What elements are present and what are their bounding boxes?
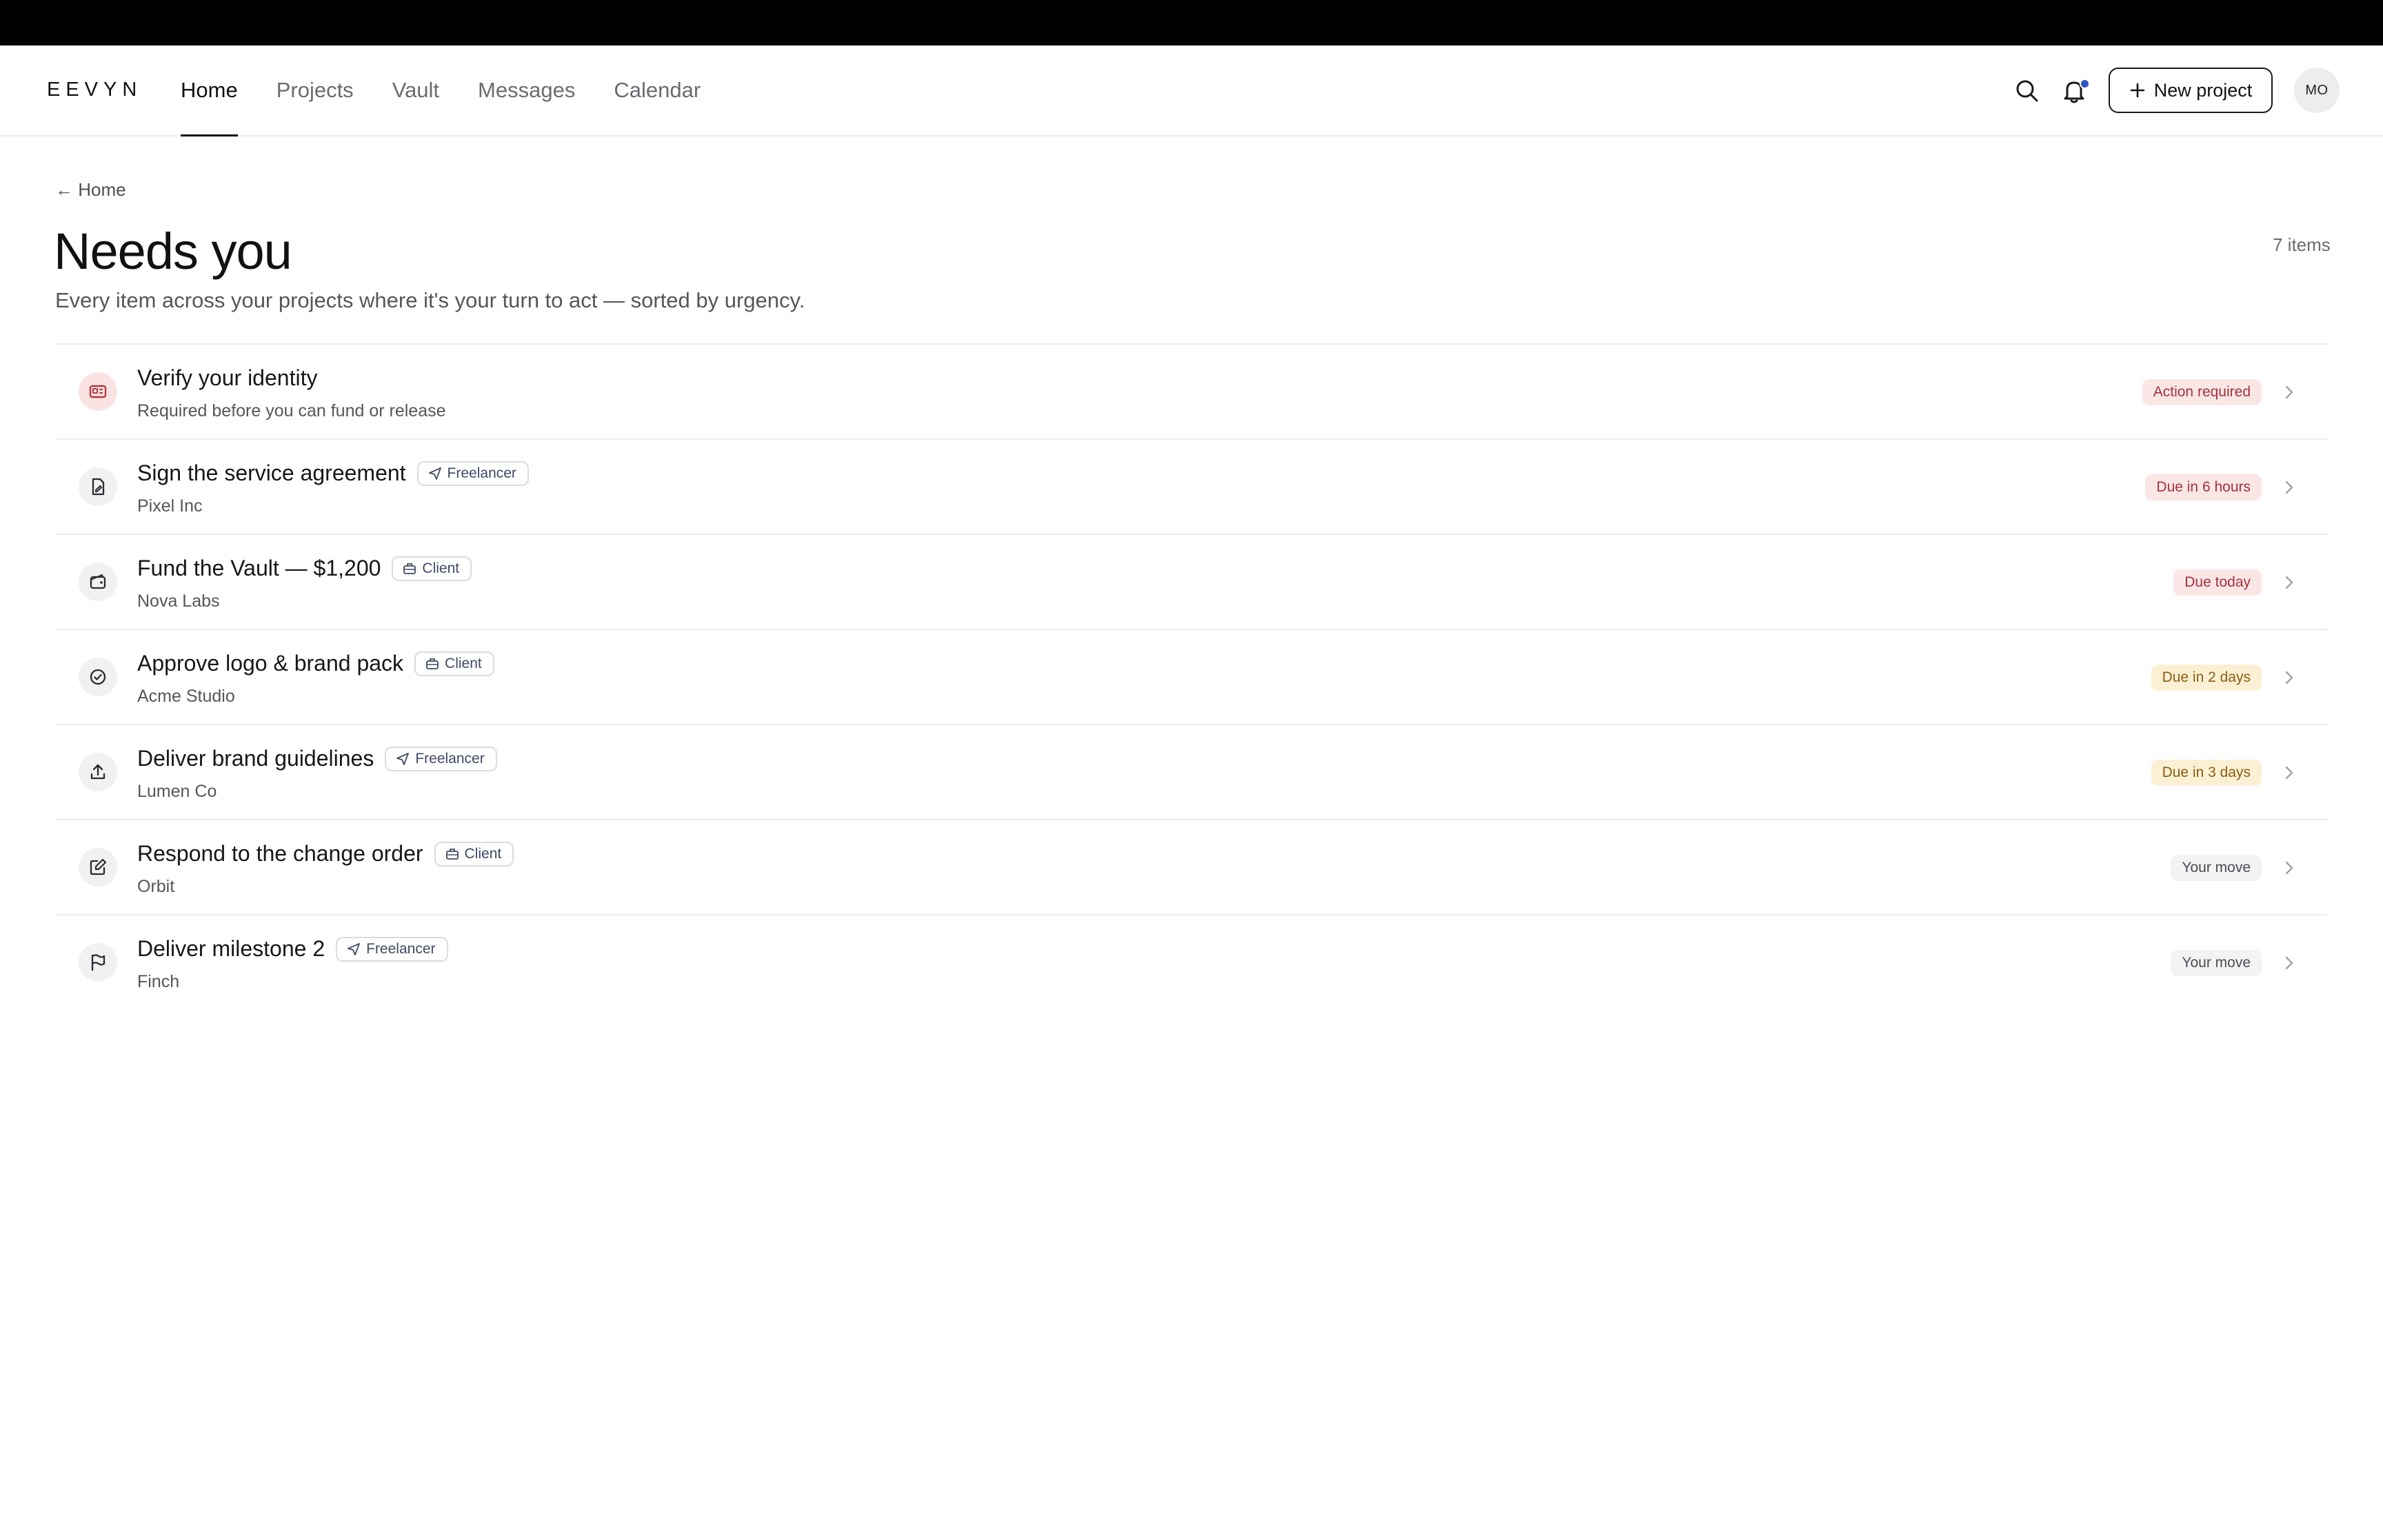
item-title: Verify your identity xyxy=(137,365,318,390)
list-item[interactable]: Respond to the change order Client Orbit… xyxy=(55,819,2328,914)
list-item[interactable]: Approve logo & brand pack Client Acme St… xyxy=(55,629,2328,724)
back-link[interactable]: ← Home xyxy=(55,179,126,201)
briefcase-icon xyxy=(403,563,416,574)
role-chip: Freelancer xyxy=(385,746,497,771)
item-subtitle: Acme Studio xyxy=(137,687,235,706)
item-title: Sign the service agreement xyxy=(137,460,406,485)
new-project-button[interactable]: New project xyxy=(2109,68,2273,113)
window-top-bar xyxy=(0,0,2383,45)
send-icon xyxy=(428,467,441,480)
item-subtitle: Required before you can fund or release xyxy=(137,401,446,421)
role-chip: Freelancer xyxy=(336,936,448,962)
notifications-button[interactable] xyxy=(2059,76,2090,106)
item-subtitle: Nova Labs xyxy=(137,591,220,611)
item-count: 7 items xyxy=(2273,234,2331,255)
role-chip-label: Client xyxy=(445,655,482,671)
arrow-left-icon: ← xyxy=(55,179,73,200)
page-subtitle: Every item across your projects where it… xyxy=(55,288,805,312)
status-badge: Due today xyxy=(2173,569,2262,596)
role-chip-label: Client xyxy=(464,845,502,862)
status-badge: Action required xyxy=(2142,379,2262,405)
chevron-right-icon xyxy=(2285,480,2293,494)
role-chip-label: Client xyxy=(422,560,460,576)
signature-icon xyxy=(79,467,117,506)
needs-you-list: Verify your identity Required before you… xyxy=(55,343,2328,1009)
role-chip-label: Freelancer xyxy=(415,750,485,767)
flag-icon xyxy=(79,943,117,982)
item-title: Approve logo & brand pack xyxy=(137,651,404,676)
role-chip-label: Freelancer xyxy=(447,465,516,481)
role-chip: Client xyxy=(392,556,472,581)
search-icon[interactable] xyxy=(2012,76,2042,106)
item-subtitle: Lumen Co xyxy=(137,782,217,801)
role-chip-label: Freelancer xyxy=(366,940,436,957)
notification-dot xyxy=(2080,79,2090,89)
edit-icon xyxy=(79,848,117,886)
chevron-right-icon xyxy=(2285,766,2293,780)
status-badge: Due in 2 days xyxy=(2151,665,2262,691)
back-link-label: Home xyxy=(78,179,126,200)
id-card-icon xyxy=(79,372,117,411)
role-chip: Freelancer xyxy=(416,460,529,486)
check-circle-icon xyxy=(79,658,117,696)
app-header: EEVYN Home Projects Vault Messages Calen… xyxy=(0,45,2383,136)
list-item[interactable]: Verify your identity Required before you… xyxy=(55,343,2328,438)
item-title: Fund the Vault — $1,200 xyxy=(137,556,381,580)
new-project-label: New project xyxy=(2153,79,2253,101)
chevron-right-icon xyxy=(2285,956,2293,970)
role-chip: Client xyxy=(434,841,514,867)
status-badge: Due in 6 hours xyxy=(2145,474,2262,500)
briefcase-icon xyxy=(445,848,459,860)
plus-icon xyxy=(2130,83,2145,98)
main-nav: Home Projects Vault Messages Calendar xyxy=(181,45,739,136)
status-badge: Due in 3 days xyxy=(2151,760,2262,786)
item-subtitle: Pixel Inc xyxy=(137,496,203,516)
nav-item-messages[interactable]: Messages xyxy=(478,45,575,135)
nav-item-calendar[interactable]: Calendar xyxy=(614,45,701,135)
item-title: Deliver milestone 2 xyxy=(137,936,325,961)
item-subtitle: Orbit xyxy=(137,877,175,896)
item-title: Respond to the change order xyxy=(137,841,423,866)
briefcase-icon xyxy=(426,658,439,669)
upload-icon xyxy=(79,753,117,791)
nav-item-vault[interactable]: Vault xyxy=(392,45,439,135)
chevron-right-icon xyxy=(2285,385,2293,399)
page-title: Needs you xyxy=(54,223,292,280)
nav-item-projects[interactable]: Projects xyxy=(276,45,354,135)
wallet-icon xyxy=(79,563,117,601)
role-chip: Client xyxy=(414,651,494,676)
list-item[interactable]: Fund the Vault — $1,200 Client Nova Labs… xyxy=(55,534,2328,629)
send-icon xyxy=(396,752,410,765)
chevron-right-icon xyxy=(2285,576,2293,589)
list-item[interactable]: Deliver milestone 2 Freelancer Finch You… xyxy=(55,914,2328,1009)
status-badge: Your move xyxy=(2171,950,2262,976)
logo[interactable]: EEVYN xyxy=(47,79,142,101)
chevron-right-icon xyxy=(2285,861,2293,875)
avatar[interactable]: MO xyxy=(2294,68,2340,113)
nav-item-home[interactable]: Home xyxy=(181,45,238,136)
send-icon xyxy=(348,942,361,955)
status-badge: Your move xyxy=(2171,855,2262,881)
item-title: Deliver brand guidelines xyxy=(137,746,374,771)
list-item[interactable]: Sign the service agreement Freelancer Pi… xyxy=(55,438,2328,534)
list-item[interactable]: Deliver brand guidelines Freelancer Lume… xyxy=(55,724,2328,819)
item-subtitle: Finch xyxy=(137,972,180,991)
chevron-right-icon xyxy=(2285,671,2293,685)
